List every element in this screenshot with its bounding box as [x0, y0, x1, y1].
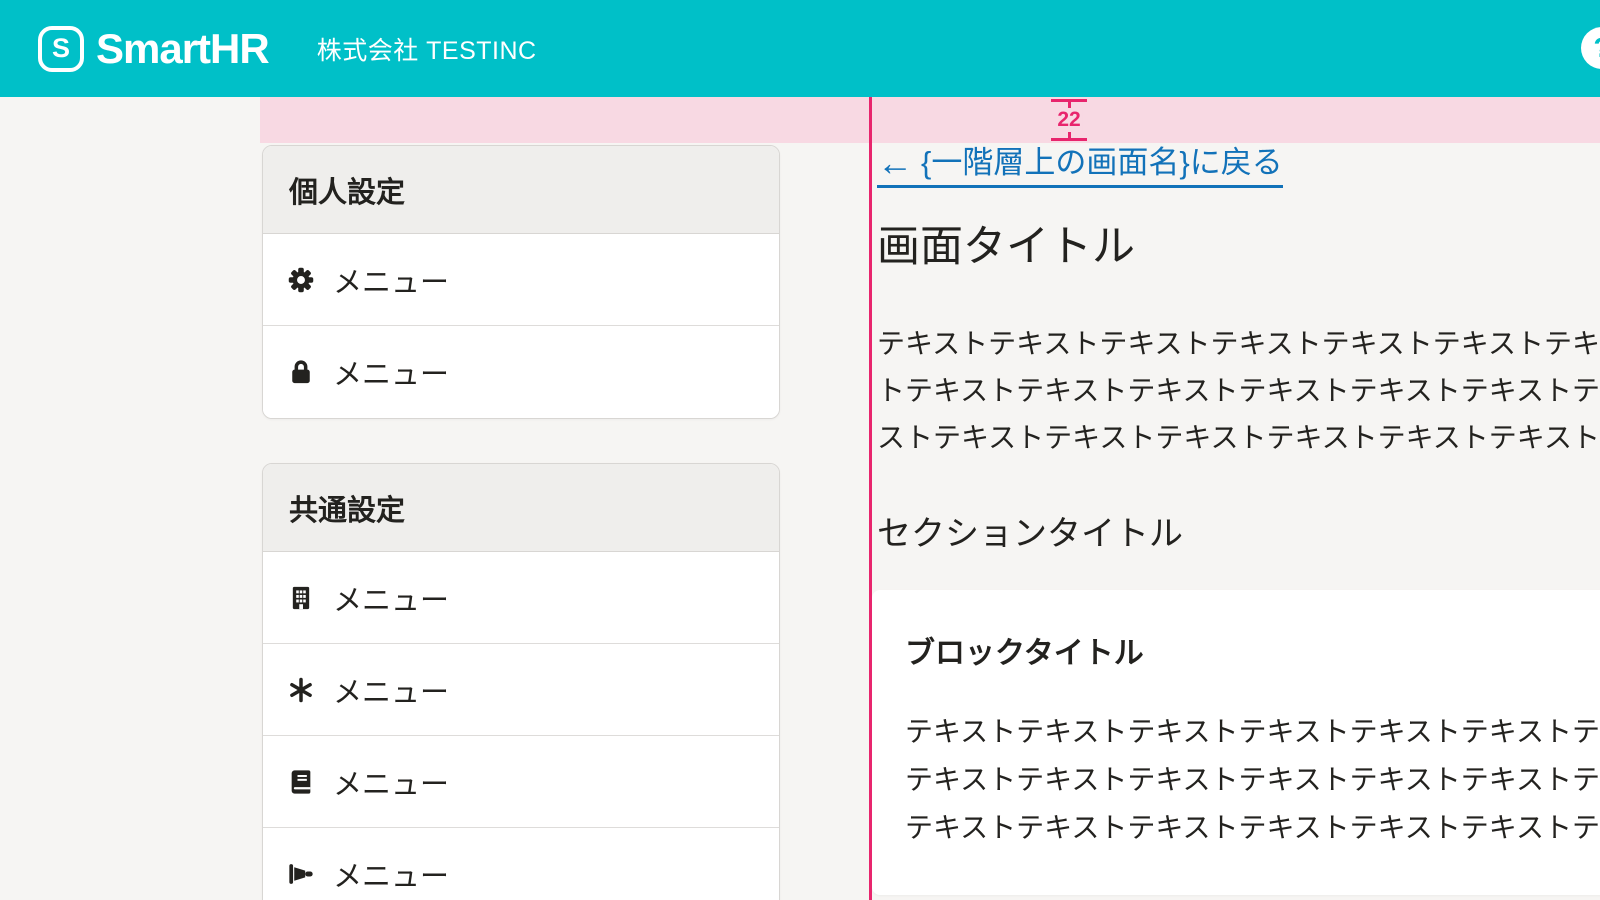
spacing-measurement-annotation: 22 [1051, 99, 1087, 141]
back-link-label: {一階層上の画面名}に戻る [921, 144, 1283, 183]
book-icon [287, 768, 315, 796]
gear-icon [287, 266, 315, 294]
smarthr-logo[interactable]: S SmartHR [38, 25, 269, 73]
lead-text-line: テキストテキストテキストテキストテキストテキストテキス [877, 320, 1600, 367]
settings-card-1: 共通設定メニューメニューメニューメニュー [262, 463, 780, 900]
block-text-line: テキストテキストテキストテキストテキストテキストテキスト [905, 756, 1600, 804]
page: S SmartHR 株式会社 TESTINC ? 22 個人設定メニューメニュー… [0, 0, 1600, 900]
app-header: S SmartHR 株式会社 TESTINC ? [0, 0, 1600, 97]
lead-text-line: ストテキストテキストテキストテキストテキストテキストテ [877, 414, 1600, 461]
settings-card-0: 個人設定メニューメニュー [262, 145, 780, 419]
card-title: 共通設定 [263, 464, 779, 552]
menu-item-label: メニュー [333, 577, 449, 619]
lead-paragraph: テキストテキストテキストテキストテキストテキストテキストテキストテキストテキスト… [877, 320, 1600, 461]
menu-item-label: メニュー [333, 259, 449, 301]
annotation-guide-line [869, 97, 872, 900]
company-name: 株式会社 TESTINC [317, 31, 537, 67]
block-text-line: テキストテキストテキストテキストテキストテキストテキスト [905, 804, 1600, 852]
sidebar-menu-item[interactable]: メニュー [263, 736, 779, 828]
question-icon: ? [1593, 32, 1600, 64]
help-button[interactable]: ? [1581, 27, 1600, 69]
back-arrow-icon: ← [877, 145, 913, 181]
measurement-value: 22 [1055, 108, 1082, 132]
lock-icon [287, 358, 315, 386]
back-link[interactable]: ← {一階層上の画面名}に戻る [877, 144, 1283, 188]
card-title: 個人設定 [263, 146, 779, 234]
smarthr-logo-icon: S [38, 26, 84, 72]
section-title: セクションタイトル [877, 514, 1183, 555]
menu-item-label: メニュー [333, 669, 449, 711]
sidebar-menu-item[interactable]: メニュー [263, 828, 779, 900]
block-text-line: テキストテキストテキストテキストテキストテキストテキスト [905, 708, 1600, 756]
sidebar-menu-item[interactable]: メニュー [263, 234, 779, 326]
measure-bottom-tick [1051, 138, 1087, 141]
asterisk-icon [287, 676, 315, 704]
brand-name: SmartHR [96, 25, 269, 73]
block-paragraph: テキストテキストテキストテキストテキストテキストテキストテキストテキストテキスト… [905, 708, 1600, 852]
building-icon [287, 584, 315, 612]
lead-text-line: トテキストテキストテキストテキストテキストテキストテキ [877, 367, 1600, 414]
sidebar-menu-item[interactable]: メニュー [263, 326, 779, 418]
annotation-highlight-band [260, 97, 1600, 143]
sidebar-menu-item[interactable]: メニュー [263, 644, 779, 736]
megaphone-icon [287, 860, 315, 888]
content-block: ブロックタイトル テキストテキストテキストテキストテキストテキストテキストテキス… [872, 590, 1600, 895]
menu-item-label: メニュー [333, 853, 449, 895]
block-title: ブロックタイトル [905, 628, 1144, 672]
sidebar-menu-item[interactable]: メニュー [263, 552, 779, 644]
menu-item-label: メニュー [333, 351, 449, 393]
menu-item-label: メニュー [333, 761, 449, 803]
page-title: 画面タイトル [877, 222, 1135, 274]
